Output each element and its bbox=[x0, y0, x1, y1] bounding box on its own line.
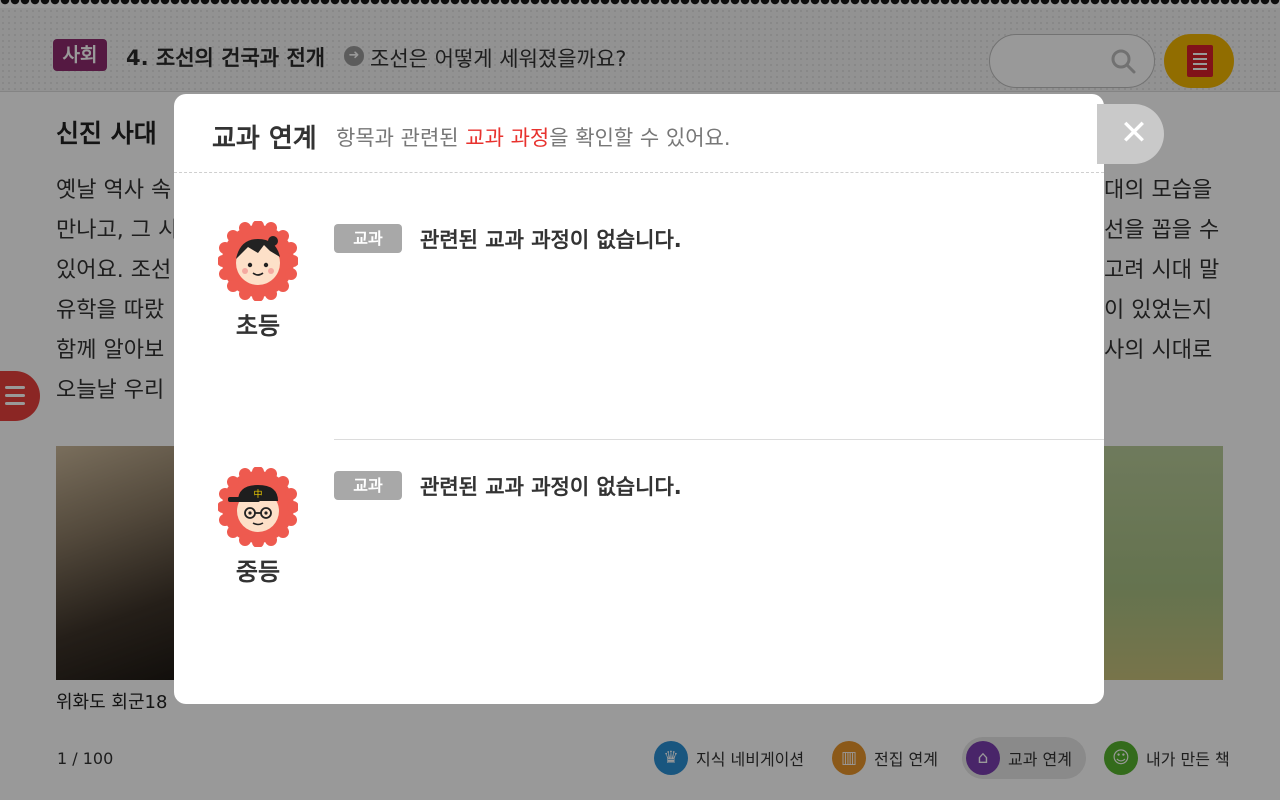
level-label-middle-school: 중등 bbox=[235, 558, 281, 586]
modal-divider bbox=[174, 172, 1104, 173]
no-curriculum-message: 관련된 교과 과정이 없습니다. bbox=[420, 228, 682, 252]
subtitle-text: 항목과 관련된 bbox=[336, 126, 466, 150]
level-label-elementary: 초등 bbox=[235, 312, 281, 340]
cap-glyph: 中 bbox=[253, 488, 262, 500]
middle-school-student-avatar-icon: 中 bbox=[218, 467, 298, 547]
curriculum-badge: 교과 bbox=[334, 224, 402, 253]
subtitle-text: 을 확인할 수 있어요. bbox=[549, 126, 731, 150]
modal-subtitle: 항목과 관련된 교과 과정을 확인할 수 있어요. bbox=[336, 122, 731, 152]
modal-title: 교과 연계 bbox=[212, 124, 317, 154]
close-icon: ✕ bbox=[1119, 113, 1149, 153]
no-curriculum-message: 관련된 교과 과정이 없습니다. bbox=[420, 475, 682, 499]
row-divider bbox=[334, 439, 1104, 440]
curriculum-badge: 교과 bbox=[334, 471, 402, 500]
elementary-student-avatar-icon bbox=[218, 221, 298, 301]
curriculum-modal: 교과 연계 항목과 관련된 교과 과정을 확인할 수 있어요. 초등 교과 관련… bbox=[174, 94, 1104, 704]
subtitle-highlight: 교과 과정 bbox=[465, 126, 550, 150]
close-button[interactable]: ✕ bbox=[1097, 104, 1164, 164]
